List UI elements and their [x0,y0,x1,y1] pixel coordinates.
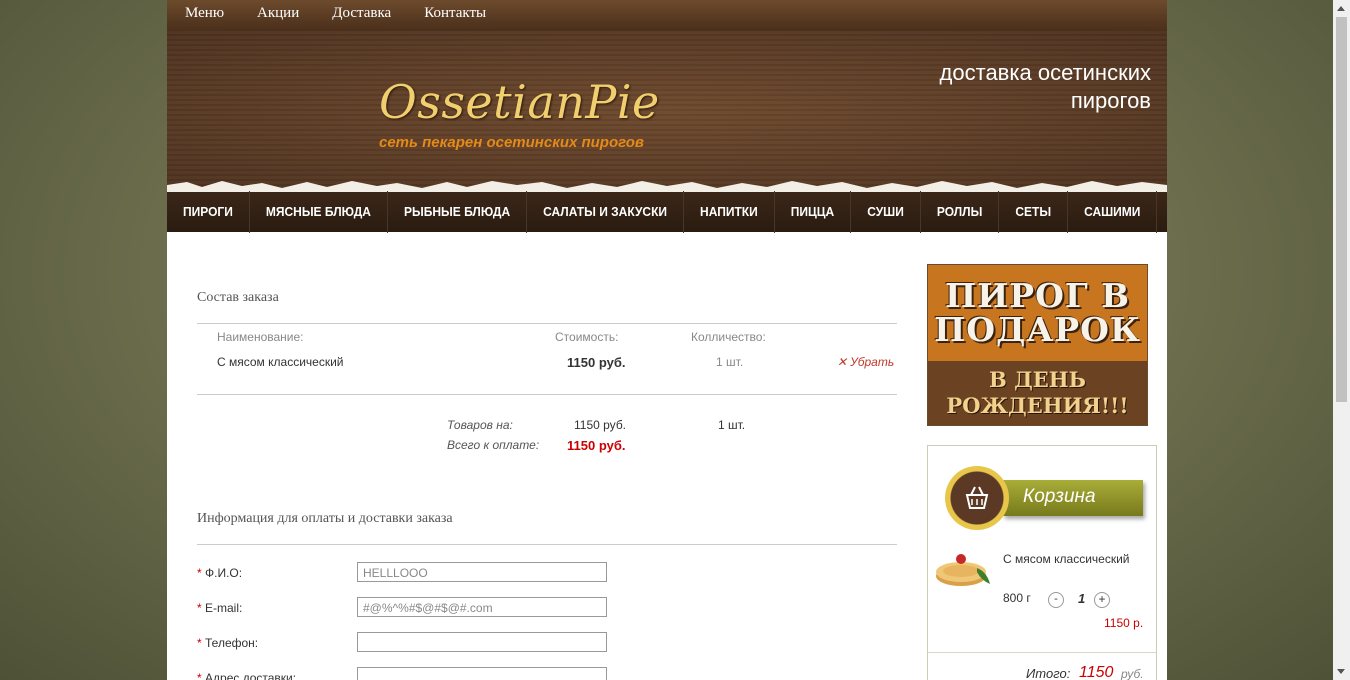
address-label-text: Адрес доставки: [205,671,297,680]
goods-sum: 1150 руб. [574,418,627,432]
phone-label: * Телефон: [197,636,258,650]
cart-total-label: Итого: [1026,666,1071,680]
top-navigation: Меню Акции Доставка Контакты [185,5,519,22]
order-section-title: Состав заказа [197,290,279,305]
promo-line2: ПОДАРОК [934,310,1141,349]
required-marker: * [197,566,202,580]
cart-item-price: 1150 р. [1104,616,1144,630]
delivery-slogan-line1: доставка осетинских [939,60,1151,85]
column-header-qty: Колличество: [691,330,766,344]
category-pizza[interactable]: ПИЦЦА [775,191,852,233]
logo-title[interactable]: OssetianPie [379,75,660,129]
category-pies[interactable]: ПИРОГИ [167,191,250,233]
page-scrollbar[interactable] [1333,0,1350,680]
promo-line1: ПИРОГ В [944,276,1131,315]
address-label: * Адрес доставки: [197,671,296,680]
header-contacts: доставка осетинских пирогов [940,59,1151,115]
category-sets[interactable]: СЕТЫ [999,191,1069,233]
sidebar: ПИРОГ В ПОДАРОК В ДЕНЬ РОЖДЕНИЯ!!! Корзи… [927,264,1157,680]
promo-line4: РОЖДЕНИЯ!!! [946,393,1129,418]
cart-badge [945,466,1009,530]
close-icon: ✕ [837,355,848,369]
required-marker: * [197,601,202,615]
cart-decrease-button[interactable]: - [1048,592,1064,608]
required-marker: * [197,671,202,680]
site-container: Меню Акции Доставка Контакты OssetianPie… [167,0,1167,680]
promo-top: ПИРОГ В ПОДАРОК [928,265,1147,361]
divider [197,544,897,545]
category-salads[interactable]: САЛАТЫ И ЗАКУСКИ [527,191,685,233]
topnav-menu-link[interactable]: Меню [185,5,224,22]
category-navigation: ПИРОГИ МЯСНЫЕ БЛЮДА РЫБНЫЕ БЛЮДА САЛАТЫ … [167,191,1167,233]
category-sashimi[interactable]: САШИМИ [1068,191,1158,233]
cart-increase-button[interactable]: + [1094,592,1110,608]
cart-title: Корзина [1023,486,1096,507]
category-fish-dishes[interactable]: РЫБНЫЕ БЛЮДА [388,191,528,233]
topnav-promotions-link[interactable]: Акции [257,5,299,22]
promo-bottom: В ДЕНЬ РОЖДЕНИЯ!!! [928,361,1147,425]
top-bar: Меню Акции Доставка Контакты [167,0,1167,32]
divider [928,652,1156,653]
delivery-slogan-line2: пирогов [1070,88,1151,113]
goods-label: Товаров на: [447,418,513,432]
total-sum: 1150 руб. [567,438,626,453]
phone-label-text: Телефон: [205,636,259,650]
logo-subtitle: сеть пекарен осетинских пирогов [379,134,644,151]
email-label: * E-mail: [197,601,242,615]
scroll-up-arrow-icon[interactable] [1337,6,1345,11]
fio-label-text: Ф.И.О: [205,566,243,580]
order-item-qty-unit: шт. [726,355,744,369]
promo-line3: В ДЕНЬ [989,367,1086,392]
basket-icon [965,486,989,509]
address-input[interactable] [357,667,607,680]
scroll-thumb[interactable] [1336,17,1347,402]
order-item-qty-value: 1 [716,355,723,369]
birthday-promo-banner[interactable]: ПИРОГ В ПОДАРОК В ДЕНЬ РОЖДЕНИЯ!!! [927,264,1148,426]
cart-widget: Корзина С мясом классический 800 г - 1 +… [927,445,1157,680]
order-item-name[interactable]: С мясом классический [217,355,344,369]
fio-label: * Ф.И.О: [197,566,242,580]
topnav-delivery-link[interactable]: Доставка [332,5,391,22]
fio-input[interactable]: HELLLOOO [357,562,607,582]
column-header-price: Стоимость: [555,330,619,344]
scroll-down-arrow-icon[interactable] [1337,669,1345,674]
cart-title-ribbon: Корзина [1003,480,1143,516]
category-meat-dishes[interactable]: МЯСНЫЕ БЛЮДА [250,191,388,233]
divider [197,323,897,324]
phone-input[interactable] [357,632,607,652]
remove-item-link[interactable]: ✕ Убрать [837,355,894,369]
topnav-contacts-link[interactable]: Контакты [424,5,486,22]
pie-thumbnail-image [936,554,990,586]
form-section-title: Информация для оплаты и доставки заказа [197,511,453,526]
required-marker: * [197,636,202,650]
category-drinks[interactable]: НАПИТКИ [684,191,775,233]
email-label-text: E-mail: [205,601,243,615]
cart-item-qty[interactable]: 1 [1078,591,1085,606]
remove-label: Убрать [850,355,895,369]
cart-total-unit: руб. [1121,667,1144,680]
order-item-qty: 1 шт. [716,355,743,369]
goods-qty: 1 шт. [718,418,746,432]
divider [197,394,897,395]
total-label: Всего к оплате: [447,438,540,452]
email-input[interactable]: #@%^%#$@#$@#.com [357,597,607,617]
cart-total-value: 1150 [1079,664,1114,680]
order-item-price: 1150 руб. [567,355,626,370]
category-rolls[interactable]: РОЛЛЫ [921,191,1000,233]
category-sushi[interactable]: СУШИ [851,191,921,233]
cart-item-weight: 800 г [1003,591,1031,605]
cart-item-name[interactable]: С мясом классический [1003,552,1130,566]
column-header-name: Наименование: [217,330,304,344]
site-header: OssetianPie сеть пекарен осетинских пиро… [167,31,1167,193]
